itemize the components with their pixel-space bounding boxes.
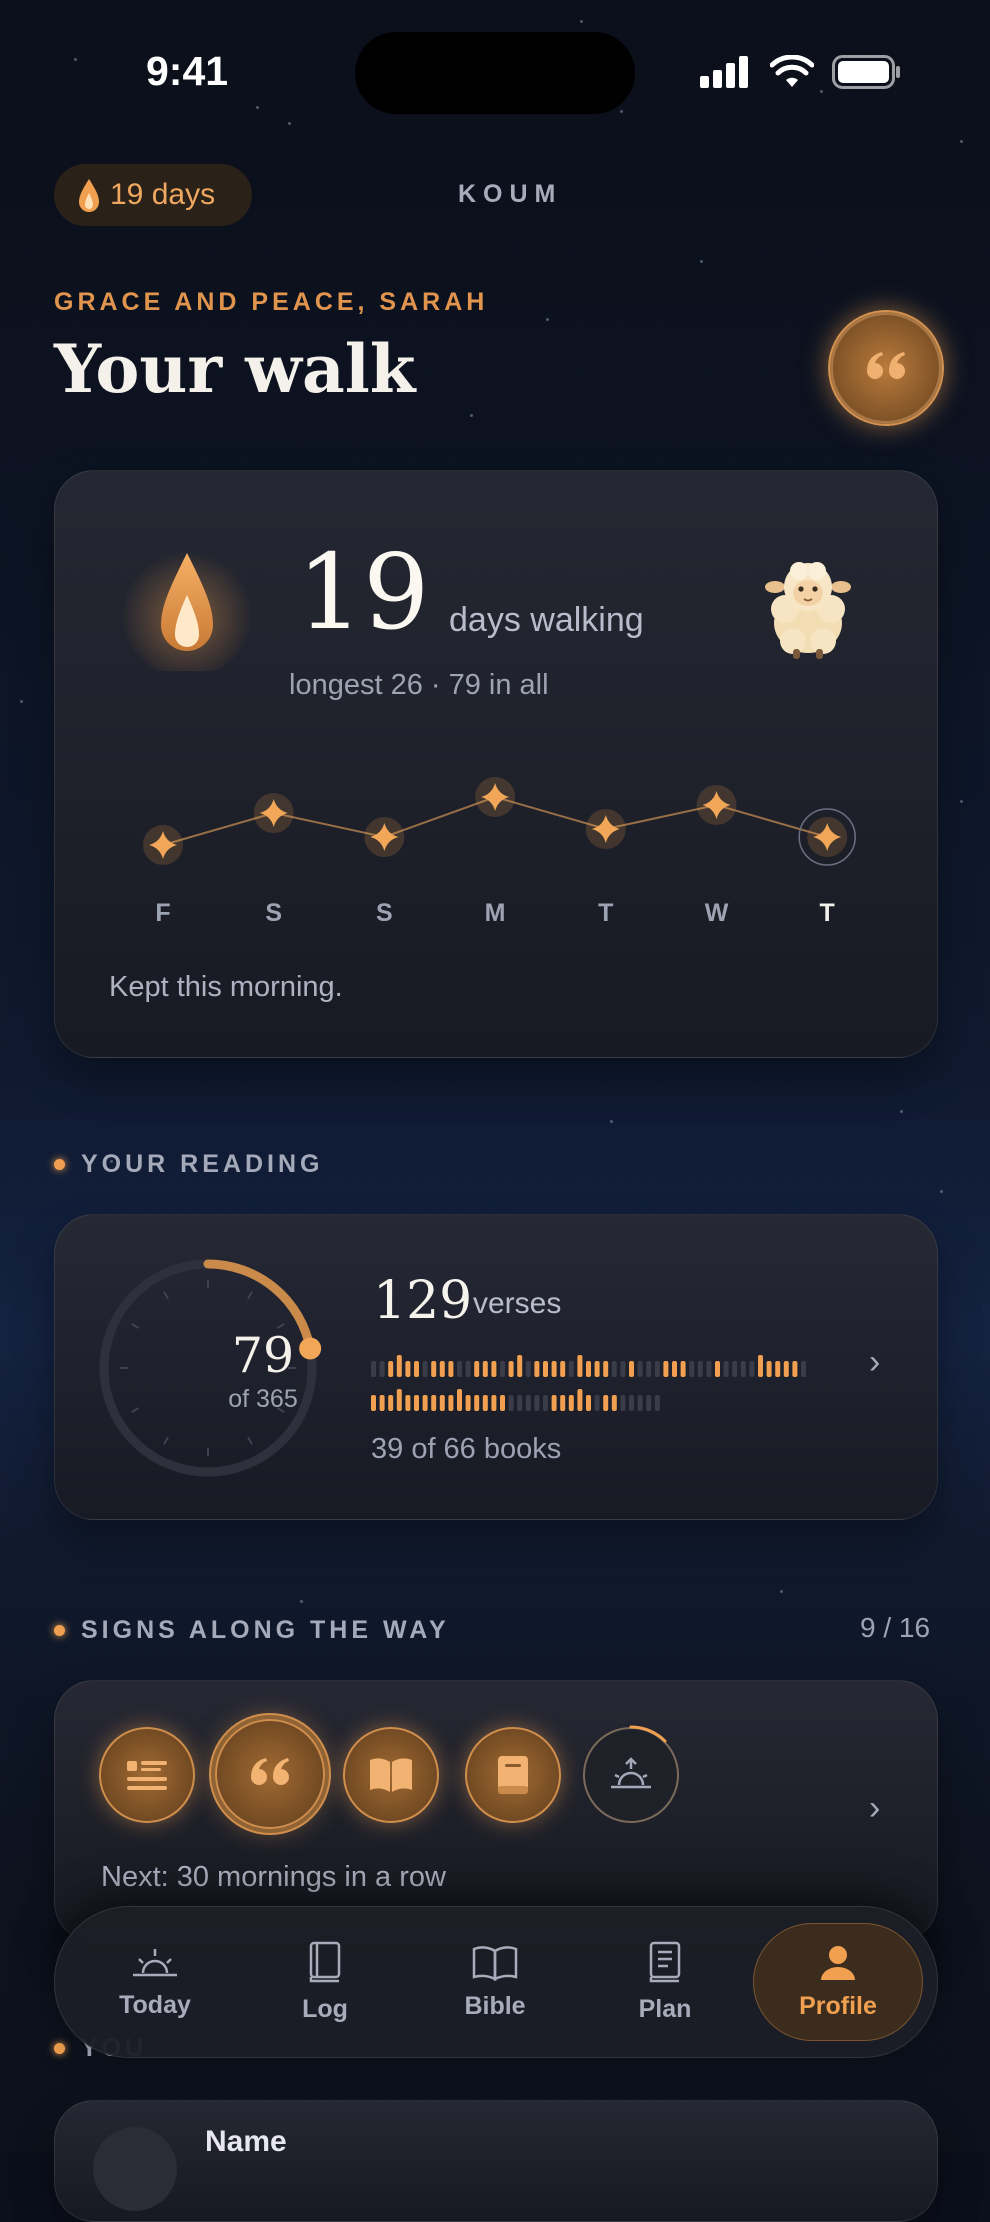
week-point [585,809,626,849]
week-point [475,777,516,817]
signal-icon [700,56,748,88]
section-dot [54,2043,65,2054]
plan-icon [649,1941,681,1982]
chevron-right-icon[interactable]: › [869,1343,880,1382]
day-label: W [704,899,729,927]
streak-label: days walking [449,601,644,639]
verses-label: verses [473,1287,562,1320]
section-signs: SIGNS ALONG THE WAY [54,1616,450,1645]
tab-bible[interactable]: Bible [425,1907,565,2057]
day-label: S [265,899,283,927]
flame-icon [117,531,257,677]
wifi-icon [770,55,814,87]
books-text: 39 of 66 books [371,1433,562,1465]
streak-number: 19 [297,531,430,653]
status-text: Kept this morning. [109,971,343,1003]
day-label: F [155,899,171,927]
tab-label: Plan [638,1994,692,2023]
days-total: of 365 [228,1385,298,1413]
day-label: M [484,899,506,927]
section-reading-label: YOUR READING [81,1150,324,1178]
days-read: 79 [231,1327,295,1384]
tab-label: Profile [799,1991,877,2020]
tab-profile[interactable]: Profile [753,1923,923,2041]
dynamic-island [355,32,635,114]
signs-card[interactable]: › Next: 30 mornings in a row [54,1680,938,1942]
tab-bar: Today Log Bible Plan Profile [54,1906,938,2058]
day-label: T [598,899,614,927]
book-icon [309,1941,341,1982]
badge-list[interactable] [99,1727,195,1823]
streak-pill[interactable]: 19 days [54,164,252,226]
next-sign-text: Next: 30 mornings in a row [101,1861,446,1893]
status-icons [700,55,902,89]
signs-count: 9 / 16 [860,1612,931,1643]
week-point [696,785,737,825]
badge-quote[interactable] [215,1719,325,1829]
section-dot [54,1159,65,1170]
quote-icon [867,352,905,379]
list-icon [127,1761,167,1790]
week-point [143,825,183,865]
day-label: S [376,899,393,927]
greeting: GRACE AND PEACE, SARAH [54,288,489,316]
sunrise-icon [133,1948,177,1976]
streak-pill-label: 19 days [110,178,216,211]
name-label: Name [205,2125,287,2158]
battery-icon [832,55,900,89]
badge-closed-book[interactable] [465,1727,561,1823]
status-time: 9:41 [146,48,229,94]
closed-book-icon [498,1756,528,1794]
badge-progress-arc [629,1725,667,1743]
section-dot [54,1625,65,1636]
app-brand: KOUM [458,180,563,208]
badge-open-book[interactable] [343,1727,439,1823]
chevron-right-icon[interactable]: › [869,1789,880,1828]
week-point [798,808,856,866]
profile-card[interactable]: Name [54,2100,938,2222]
week-chart [143,777,856,866]
person-icon [821,1945,855,1980]
tab-label: Bible [464,1991,526,2020]
section-reading: YOUR READING [54,1150,323,1179]
page-title: Your walk [54,330,416,408]
section-signs-label: SIGNS ALONG THE WAY [81,1616,450,1644]
quote-button[interactable] [828,310,944,426]
flame-icon [79,179,99,212]
verses-count: 129 [373,1271,473,1331]
reading-card[interactable]: 79 of 365 129 verses 39 of 66 books › [54,1214,938,1520]
quote-icon [251,1758,289,1785]
open-book-icon [472,1945,518,1981]
lamb-icon [763,551,853,666]
day-label: T [819,899,835,927]
week-point [364,817,405,857]
books-progress-bars [371,1355,806,1411]
open-book-icon [370,1758,412,1792]
tab-plan[interactable]: Plan [595,1907,735,2057]
avatar [93,2127,177,2211]
tab-label: Today [119,1990,191,2019]
tab-label: Log [302,1994,348,2023]
tab-today[interactable]: Today [85,1907,225,2057]
tab-log[interactable]: Log [255,1907,395,2057]
week-point [253,793,294,833]
streak-subtitle: longest 26 · 79 in all [289,669,549,701]
walk-card[interactable]: 19 days walking longest 26 · 79 in all F… [54,470,938,1058]
